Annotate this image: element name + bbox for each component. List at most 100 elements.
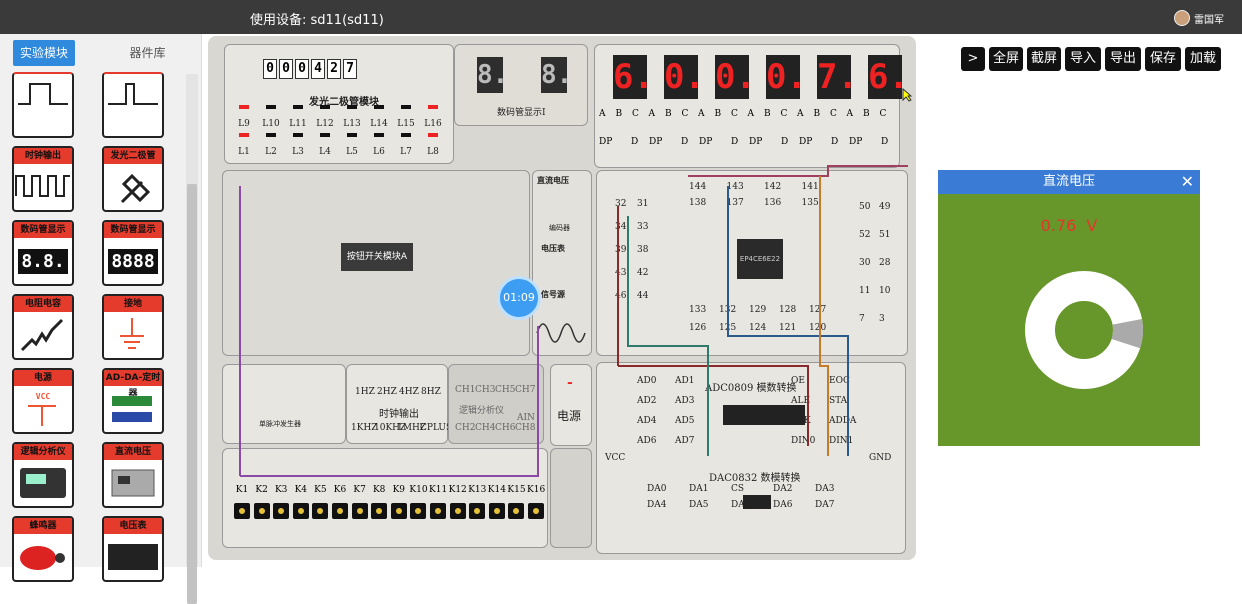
avatar[interactable] xyxy=(1174,10,1190,26)
adc-pin-label: AD7 xyxy=(675,436,695,446)
led-l6[interactable]: L6 xyxy=(368,133,390,158)
power-module: - 电源 xyxy=(550,364,592,446)
key-button[interactable] xyxy=(469,503,486,519)
tab-experiment-modules[interactable]: 实验模块 xyxy=(13,40,75,66)
key-k8[interactable]: K8 xyxy=(370,485,388,519)
key-button[interactable] xyxy=(390,503,407,519)
seg-pin-label: B xyxy=(863,109,870,119)
toolbar-button-1[interactable]: 全屏 xyxy=(989,47,1023,71)
led-l16[interactable]: L16 xyxy=(422,105,444,130)
timer-badge[interactable]: 01:09 xyxy=(497,276,541,320)
key-k13[interactable]: K13 xyxy=(468,485,486,519)
key-k12[interactable]: K12 xyxy=(449,485,467,519)
key-k4[interactable]: K4 xyxy=(292,485,310,519)
key-button[interactable] xyxy=(410,503,427,519)
key-button[interactable] xyxy=(351,503,368,519)
key-button[interactable] xyxy=(430,503,446,519)
user-info[interactable]: 雷国军 xyxy=(1174,10,1224,26)
component-resistor[interactable]: 电阻电容 xyxy=(12,294,74,360)
key-button[interactable] xyxy=(488,503,505,519)
led-l14[interactable]: L14 xyxy=(368,105,390,130)
key-label: K6 xyxy=(333,485,347,495)
component-led[interactable]: 发光二极管 xyxy=(102,146,164,212)
key-led xyxy=(376,508,383,514)
scrollbar-thumb[interactable] xyxy=(187,184,197,604)
key-button[interactable] xyxy=(528,503,544,519)
component-ad-da[interactable]: AD-DA-定时器 xyxy=(102,368,164,434)
component-buzzer[interactable]: 蜂鸣器 xyxy=(12,516,74,582)
key-button[interactable] xyxy=(449,503,466,519)
led-l5[interactable]: L5 xyxy=(341,133,363,158)
fpga-pin-label: DA3 xyxy=(815,484,835,494)
seg-dp-label: D xyxy=(881,137,889,147)
component-voltmeter[interactable]: 电压表00.00 xyxy=(102,516,164,582)
key-k6[interactable]: K6 xyxy=(331,485,349,519)
led-l13[interactable]: L13 xyxy=(341,105,363,130)
key-k5[interactable]: K5 xyxy=(311,485,329,519)
key-k7[interactable]: K7 xyxy=(351,485,369,519)
key-k2[interactable]: K2 xyxy=(253,485,271,519)
key-k10[interactable]: K10 xyxy=(409,485,428,519)
seg-pin-label: B xyxy=(764,109,771,119)
label-item: CH8 xyxy=(515,423,536,433)
led-l10[interactable]: L10 xyxy=(260,105,282,130)
key-button[interactable] xyxy=(253,503,270,519)
led-l2[interactable]: L2 xyxy=(260,133,282,158)
toolbar-button-5[interactable]: 保存 xyxy=(1145,47,1181,71)
toolbar-button-6[interactable]: 加载 xyxy=(1185,47,1221,71)
key-button[interactable] xyxy=(371,503,388,519)
key-k15[interactable]: K15 xyxy=(507,485,526,519)
key-label: K13 xyxy=(468,485,487,495)
toolbar-button-0[interactable]: > xyxy=(961,47,985,71)
seg-pin-label: B xyxy=(665,109,672,119)
counter-digit: 7 xyxy=(343,59,357,79)
key-k1[interactable]: K1 xyxy=(233,485,251,519)
toolbar-button-2[interactable]: 截屏 xyxy=(1027,47,1061,71)
led-l12[interactable]: L12 xyxy=(314,105,336,130)
led-l15[interactable]: L15 xyxy=(395,105,417,130)
voltmeter-icon: 00.00 xyxy=(104,534,162,580)
seg-dp-label: DP xyxy=(599,137,613,147)
sidebar-scrollbar[interactable] xyxy=(186,74,198,604)
key-button[interactable] xyxy=(508,503,525,519)
key-button[interactable] xyxy=(292,503,309,519)
component-ground[interactable]: 接地 xyxy=(102,294,164,360)
key-button[interactable] xyxy=(234,503,250,519)
key-k3[interactable]: K3 xyxy=(272,485,290,519)
label-item: CPLUS xyxy=(420,423,453,433)
component-dc-source[interactable]: 直流电压 xyxy=(102,442,164,508)
led-l4[interactable]: L4 xyxy=(314,133,336,158)
dc-gauge[interactable] xyxy=(1024,270,1144,390)
key-k14[interactable]: K14 xyxy=(488,485,506,519)
key-k11[interactable]: K11 xyxy=(429,485,447,519)
component-vcc[interactable]: 电源 VCC xyxy=(12,368,74,434)
toolbar-button-4[interactable]: 导出 xyxy=(1105,47,1141,71)
component-label: 发光二极管 xyxy=(104,148,162,164)
component-four-digit-display[interactable]: 数码管显示 8888 xyxy=(102,220,164,286)
component-label: 时钟输出 xyxy=(14,148,72,164)
key-button[interactable] xyxy=(273,503,290,519)
toolbar-button-3[interactable]: 导入 xyxy=(1065,47,1101,71)
label-item: CH6 xyxy=(495,423,516,433)
led-l1[interactable]: L1 xyxy=(233,133,255,158)
ad-da-icon-graphic xyxy=(104,386,162,432)
led-l8[interactable]: L8 xyxy=(422,133,444,158)
component-step-wave[interactable] xyxy=(102,72,164,138)
fpga-pin-label: 39 xyxy=(615,245,627,255)
key-button[interactable] xyxy=(312,503,329,519)
component-square-wave[interactable]: 时钟输出 xyxy=(12,146,74,212)
key-label: K12 xyxy=(448,485,467,495)
component-logic-analyzer[interactable]: 逻辑分析仪 xyxy=(12,442,74,508)
tab-device-library[interactable]: 器件库 xyxy=(110,40,185,66)
close-icon[interactable]: ✕ xyxy=(1181,170,1194,194)
led-l3[interactable]: L3 xyxy=(287,133,309,158)
led-l9[interactable]: L9 xyxy=(233,105,255,130)
component-pulse-wave[interactable] xyxy=(12,72,74,138)
key-button[interactable] xyxy=(332,503,348,519)
gnd-label: GND xyxy=(869,453,892,463)
key-k16[interactable]: K16 xyxy=(527,485,545,519)
key-k9[interactable]: K9 xyxy=(390,485,408,519)
led-l11[interactable]: L11 xyxy=(287,105,309,130)
led-l7[interactable]: L7 xyxy=(395,133,417,158)
component-two-digit-display[interactable]: 数码管显示 8.8. xyxy=(12,220,74,286)
